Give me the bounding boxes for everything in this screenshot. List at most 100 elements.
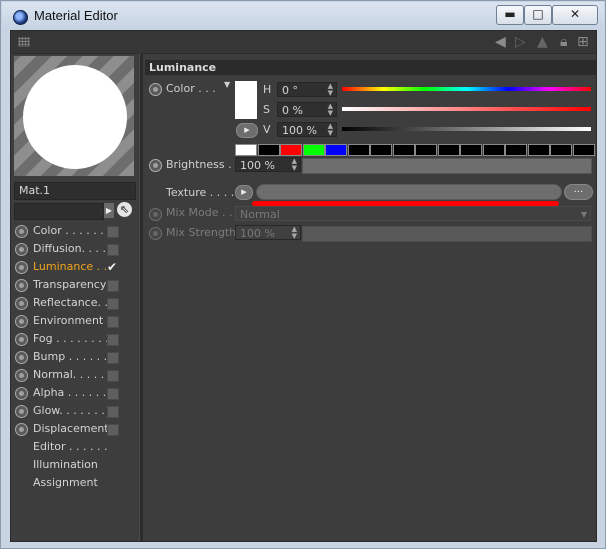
lock-icon[interactable]: 🔒︎: [560, 34, 567, 50]
channel-environment[interactable]: Environment: [14, 312, 142, 330]
channel-editor[interactable]: Editor . . . . . .: [14, 438, 142, 456]
channel-radio[interactable]: [15, 297, 28, 310]
minimize-button[interactable]: ▬: [496, 5, 524, 25]
color-preset-swatch[interactable]: [482, 144, 505, 156]
channel-checkbox[interactable]: [107, 244, 119, 256]
channel-illumination[interactable]: Illumination: [14, 456, 142, 474]
channel-radio[interactable]: [15, 333, 28, 346]
material-selector[interactable]: [14, 203, 104, 220]
mix-mode-label: Mix Mode . .: [166, 206, 233, 219]
channel-list: Color . . . . . . Diffusion. . . . Lumin…: [14, 222, 142, 492]
expand-color-button[interactable]: ▶: [236, 123, 258, 138]
close-button[interactable]: ✕: [552, 5, 598, 25]
channel-reflectance[interactable]: Reflectance. .: [14, 294, 142, 312]
saturation-field[interactable]: 0 % ▲ ▼: [277, 102, 337, 117]
channel-glow[interactable]: Glow. . . . . . .: [14, 402, 142, 420]
channel-diffusion[interactable]: Diffusion. . . .: [14, 240, 142, 258]
brightness-spinner-icon[interactable]: ▲ ▼: [292, 158, 297, 172]
menu-grip-icon[interactable]: [18, 37, 30, 47]
channel-checkbox[interactable]: [107, 370, 119, 382]
channel-checkbox[interactable]: [107, 388, 119, 400]
color-preset-swatch[interactable]: [370, 144, 392, 156]
channel-checkbox[interactable]: [107, 226, 119, 238]
channel-radio[interactable]: [15, 351, 28, 364]
color-preset-swatch[interactable]: [347, 144, 370, 156]
value-slider[interactable]: [342, 127, 591, 131]
channel-checkbox[interactable]: [107, 352, 119, 364]
channel-radio[interactable]: [15, 225, 28, 238]
color-preset-swatch[interactable]: [235, 144, 257, 156]
channel-checkbox[interactable]: [107, 334, 119, 346]
color-preset-swatch[interactable]: [302, 144, 325, 156]
hue-slider[interactable]: [342, 87, 591, 91]
channel-checkbox[interactable]: [107, 298, 119, 310]
new-window-icon[interactable]: ⊞: [577, 34, 589, 50]
color-preset-swatch[interactable]: [415, 144, 437, 156]
texture-slot[interactable]: [256, 184, 562, 200]
color-preset-swatch[interactable]: [325, 144, 347, 156]
channel-normal[interactable]: Normal. . . . . .: [14, 366, 142, 384]
pick-cursor-icon[interactable]: ⇖: [117, 202, 132, 217]
channel-assignment[interactable]: Assignment: [14, 474, 142, 492]
color-mode-arrow-icon[interactable]: ▼: [224, 80, 230, 89]
value-field[interactable]: 100 % ▲ ▼: [277, 122, 337, 137]
channel-radio[interactable]: [15, 279, 28, 292]
color-preset-swatch[interactable]: [437, 144, 460, 156]
mix-strength-anim-radio[interactable]: [149, 227, 162, 240]
forward-arrow-icon[interactable]: ▷: [515, 34, 526, 50]
color-preset-swatch[interactable]: [505, 144, 527, 156]
texture-menu-button[interactable]: ▶: [235, 185, 253, 200]
channel-checkbox[interactable]: [107, 406, 119, 418]
channel-radio[interactable]: [15, 315, 28, 328]
up-arrow-icon[interactable]: ▲: [537, 34, 548, 50]
channel-checkbox[interactable]: [107, 316, 119, 328]
color-preset-swatch[interactable]: [527, 144, 550, 156]
saturation-spinner-icon[interactable]: ▲ ▼: [328, 103, 333, 117]
color-anim-radio[interactable]: [149, 83, 162, 96]
color-preset-swatch[interactable]: [392, 144, 415, 156]
hue-field[interactable]: 0 ° ▲ ▼: [277, 82, 337, 97]
back-arrow-icon[interactable]: ◀: [495, 34, 506, 50]
hue-spinner-icon[interactable]: ▲ ▼: [328, 83, 333, 97]
mix-strength-field[interactable]: 100 % ▲ ▼: [235, 225, 301, 240]
channel-bump[interactable]: Bump . . . . . .: [14, 348, 142, 366]
color-swatch[interactable]: [235, 81, 257, 119]
channel-luminance[interactable]: Luminance . . ✔: [14, 258, 142, 276]
saturation-slider[interactable]: [342, 107, 591, 111]
channel-displacement[interactable]: Displacement: [14, 420, 142, 438]
maximize-button[interactable]: □: [524, 5, 552, 25]
value-spinner-icon[interactable]: ▲ ▼: [328, 123, 333, 137]
texture-browse-button[interactable]: ...: [564, 184, 593, 200]
color-preset-swatch[interactable]: [550, 144, 572, 156]
color-preset-swatch[interactable]: [280, 144, 302, 156]
color-preset-swatch[interactable]: [460, 144, 482, 156]
channel-checkbox[interactable]: [107, 424, 119, 436]
brightness-field[interactable]: 100 % ▲ ▼: [235, 157, 301, 172]
channel-alpha[interactable]: Alpha . . . . . .: [14, 384, 142, 402]
channel-transparency[interactable]: Transparency: [14, 276, 142, 294]
brightness-slider[interactable]: [302, 158, 592, 174]
mix-strength-spinner-icon[interactable]: ▲ ▼: [292, 226, 297, 240]
channel-radio[interactable]: [15, 243, 28, 256]
mix-mode-anim-radio[interactable]: [149, 208, 162, 221]
color-preset-swatch[interactable]: [257, 144, 280, 156]
mix-mode-dropdown[interactable]: Normal ▼: [235, 206, 591, 221]
color-preset-swatch[interactable]: [572, 144, 595, 156]
channel-radio[interactable]: [15, 369, 28, 382]
mix-strength-value: 100 %: [240, 227, 275, 240]
channel-checkbox[interactable]: [107, 280, 119, 292]
selector-arrow-icon[interactable]: ▶: [104, 203, 114, 218]
material-name-field[interactable]: Mat.1: [14, 182, 136, 200]
channel-fog[interactable]: Fog . . . . . . . .: [14, 330, 142, 348]
mix-strength-slider[interactable]: [302, 226, 592, 242]
channel-color[interactable]: Color . . . . . .: [14, 222, 142, 240]
material-preview[interactable]: [14, 56, 134, 176]
brightness-anim-radio[interactable]: [149, 159, 162, 172]
channel-checkbox-checked[interactable]: ✔: [107, 261, 117, 273]
channel-radio[interactable]: [15, 405, 28, 418]
panel-divider[interactable]: [139, 53, 143, 541]
title-bar[interactable]: Material Editor ▬ □ ✕: [2, 2, 604, 29]
channel-radio[interactable]: [15, 261, 28, 274]
channel-radio[interactable]: [15, 387, 28, 400]
channel-radio[interactable]: [15, 423, 28, 436]
